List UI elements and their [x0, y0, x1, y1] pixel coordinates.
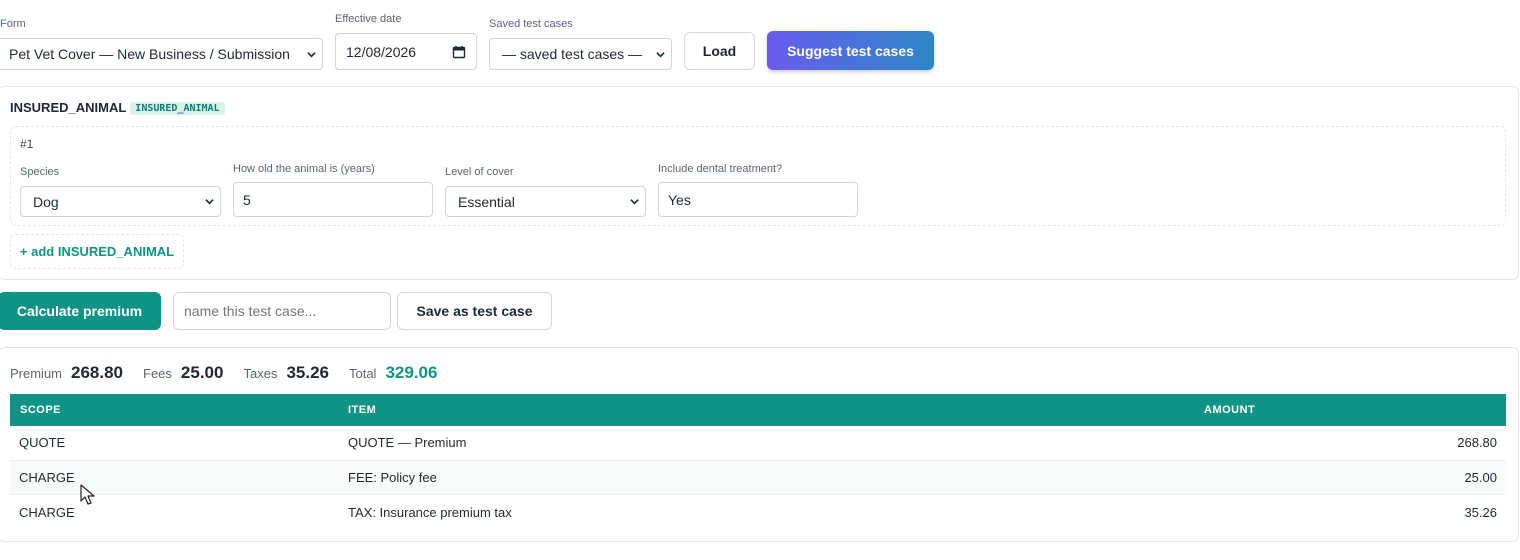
save-as-test-case-button[interactable]: Save as test case — [397, 292, 552, 330]
chevron-down-icon — [205, 199, 214, 205]
section-title: INSURED_ANIMAL — [10, 100, 127, 115]
col-item-header: ITEM — [348, 404, 377, 416]
total-value: 329.06 — [385, 363, 438, 382]
row-item: QUOTE — Premium — [348, 435, 467, 451]
table-header-row: SCOPE ITEM AMOUNT — [10, 394, 1506, 426]
species-select[interactable]: Dog — [20, 186, 221, 217]
col-amount-header: AMOUNT — [1204, 404, 1256, 416]
chevron-down-icon — [630, 199, 639, 205]
taxes-value: 35.26 — [286, 363, 329, 382]
species-value: Dog — [33, 193, 59, 210]
form-label: Form — [0, 18, 26, 30]
effective-date-value: 12/08/2026 — [346, 43, 417, 60]
saved-test-cases-value: — saved test cases — — [502, 46, 643, 62]
saved-test-cases-select[interactable]: — saved test cases — — [489, 38, 672, 70]
item-index: #1 — [20, 137, 34, 151]
row-amount: 35.26 — [1464, 504, 1497, 520]
premium-summary: Premium 268.80 Fees 25.00 Taxes 35.26 To… — [10, 363, 437, 383]
table-row: CHARGE TAX: Insurance premium tax 35.26 — [10, 494, 1506, 530]
premium-value: 268.80 — [71, 363, 124, 382]
taxes-label: Taxes — [243, 366, 278, 381]
calculate-premium-button[interactable]: Calculate premium — [0, 292, 161, 330]
row-scope: CHARGE — [19, 469, 75, 485]
col-scope-header: SCOPE — [20, 404, 62, 416]
level-of-cover-label: Level of cover — [445, 166, 514, 178]
table-row: CHARGE FEE: Policy fee 25.00 — [10, 460, 1506, 494]
saved-test-cases-label: Saved test cases — [489, 18, 573, 30]
row-item: FEE: Policy fee — [348, 469, 437, 485]
fees-value: 25.00 — [180, 363, 224, 382]
section-title-row: INSURED_ANIMAL INSURED_ANIMAL — [10, 100, 225, 115]
test-case-name-input[interactable] — [173, 292, 391, 330]
effective-date-input[interactable]: 12/08/2026 — [335, 33, 477, 70]
row-scope: CHARGE — [19, 504, 75, 520]
chevron-down-icon — [307, 51, 316, 57]
total-label: Total — [348, 366, 377, 381]
load-button[interactable]: Load — [684, 32, 755, 70]
fees-label: Fees — [143, 366, 172, 381]
age-label: How old the animal is (years) — [233, 163, 375, 175]
dental-input[interactable]: Yes — [658, 182, 858, 217]
table-row: QUOTE QUOTE — Premium 268.80 — [10, 426, 1506, 460]
form-select-value: Pet Vet Cover — New Business / Submissio… — [9, 46, 290, 62]
premium-label: Premium — [10, 366, 63, 381]
row-amount: 25.00 — [1464, 469, 1497, 485]
mouse-cursor-icon — [80, 484, 95, 505]
level-of-cover-value: Essential — [458, 193, 515, 210]
form-select[interactable]: Pet Vet Cover — New Business / Submissio… — [0, 38, 323, 70]
row-scope: QUOTE — [19, 435, 66, 451]
age-input[interactable]: 5 — [233, 182, 433, 217]
calendar-icon[interactable] — [452, 45, 466, 59]
add-insured-animal-button[interactable]: + add INSURED_ANIMAL — [10, 234, 184, 269]
species-label: Species — [20, 166, 60, 178]
row-item: TAX: Insurance premium tax — [348, 504, 512, 520]
suggest-test-cases-button[interactable]: Suggest test cases — [767, 31, 934, 70]
dental-label: Include dental treatment? — [658, 163, 783, 175]
level-of-cover-select[interactable]: Essential — [445, 186, 646, 217]
breakdown-table: SCOPE ITEM AMOUNT QUOTE QUOTE — Premium … — [10, 394, 1506, 530]
section-tag: INSURED_ANIMAL — [130, 102, 225, 115]
row-amount: 268.80 — [1457, 435, 1497, 451]
effective-date-label: Effective date — [335, 13, 402, 25]
chevron-down-icon — [656, 51, 665, 57]
